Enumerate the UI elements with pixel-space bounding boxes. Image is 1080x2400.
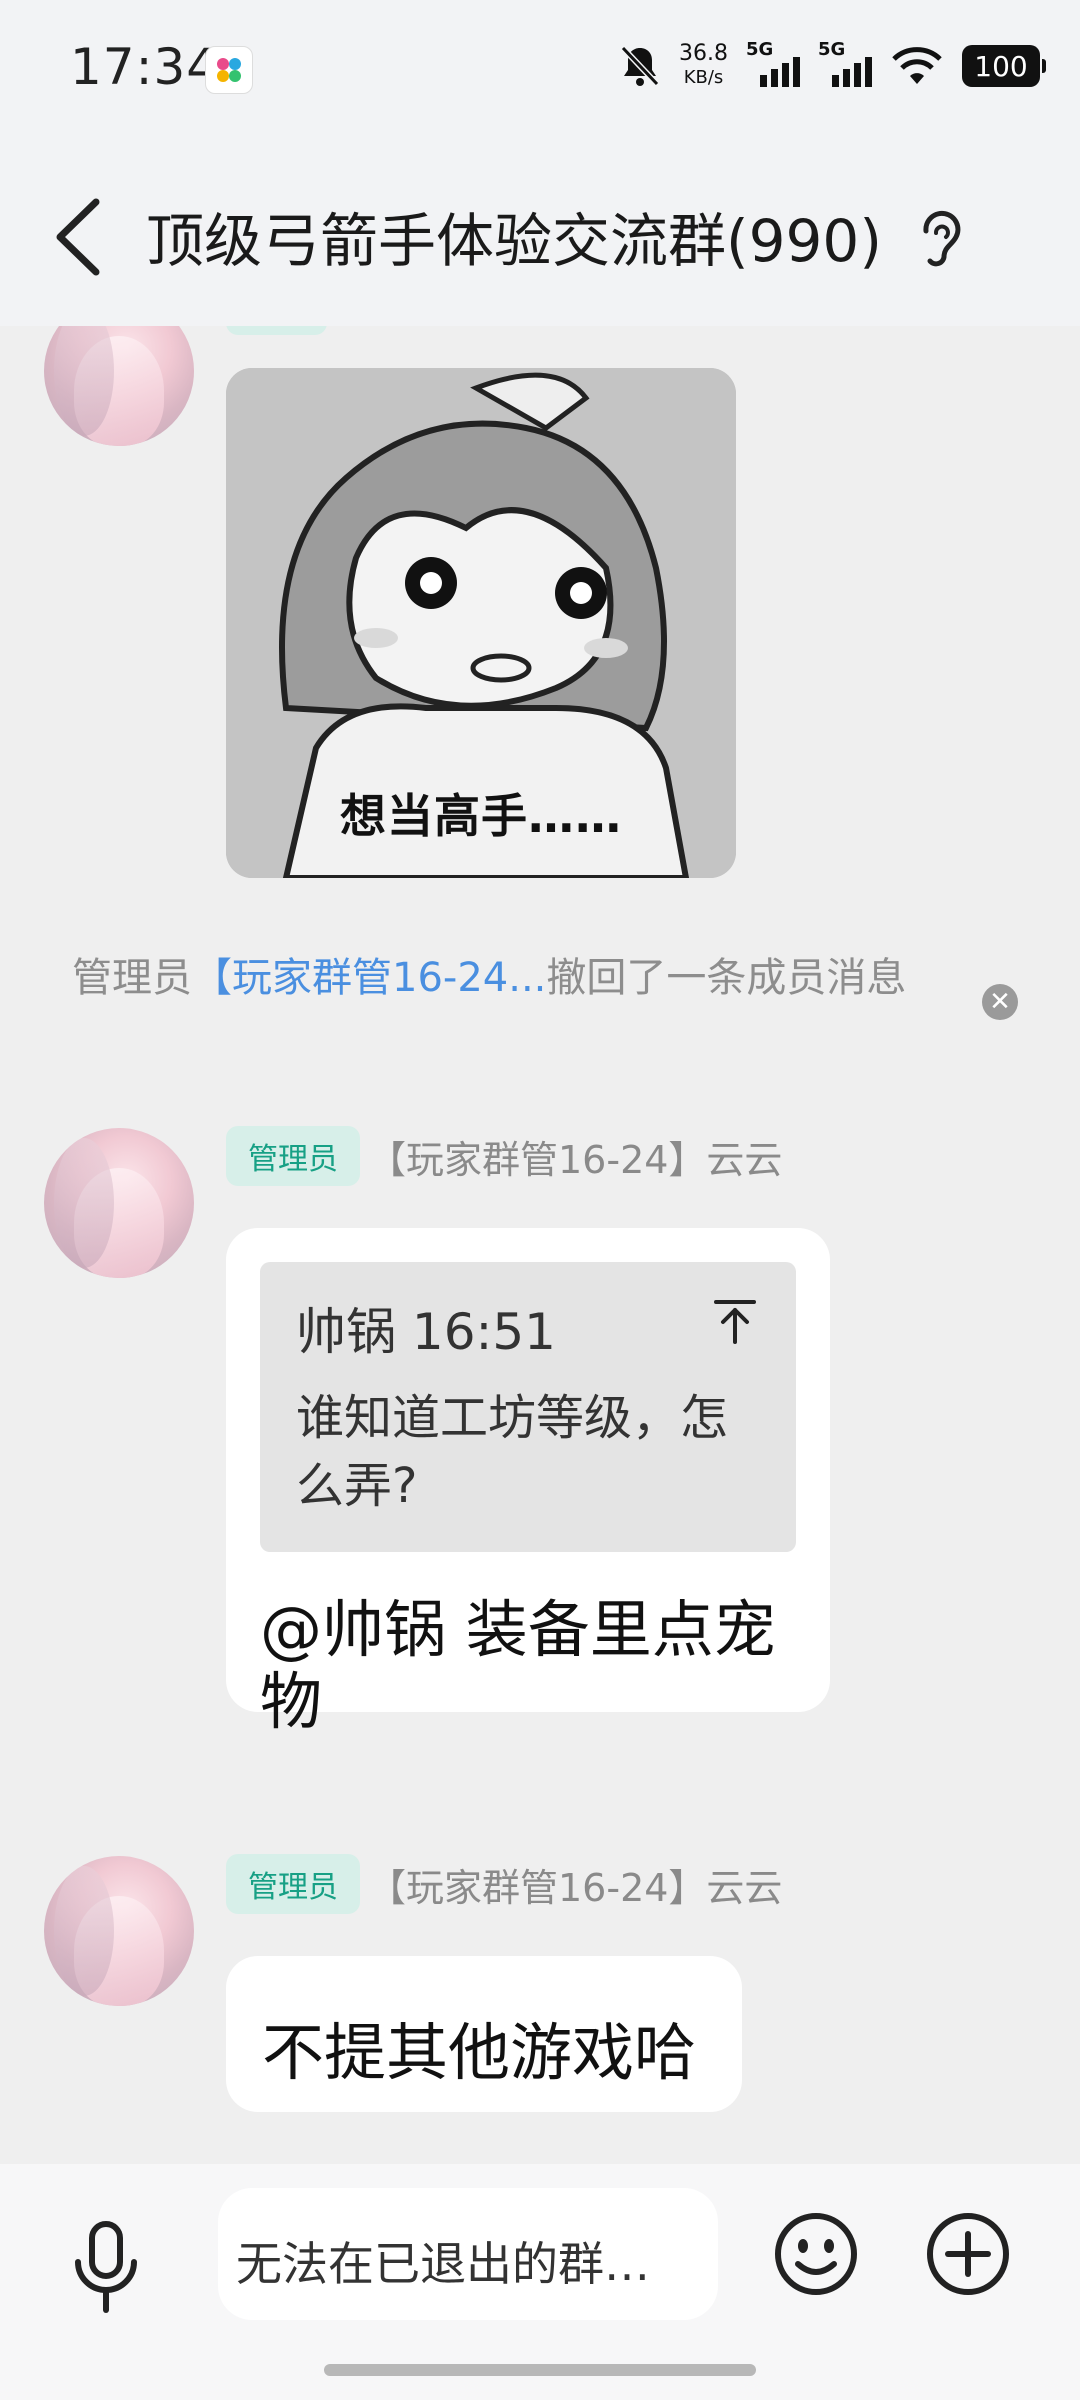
admin-link[interactable]: 【玩家群管16-24... xyxy=(192,955,546,1001)
status-bar: 17:34 36.8 KB/s 5G 5G 100 xyxy=(0,0,1080,130)
avatar[interactable] xyxy=(44,1856,194,2006)
home-indicator[interactable] xyxy=(324,2364,756,2376)
battery-icon: 100 xyxy=(962,45,1046,87)
system-message-prefix: 管理员 xyxy=(72,955,192,1001)
message-list[interactable]: 想当高手…… 管理员【玩家群管16-24...撤回了一条成员消息 ✕ 管理员 【… xyxy=(0,326,1080,2164)
group-title: 顶级弓箭手体验交流群(990) xyxy=(146,207,882,275)
close-icon: ✕ xyxy=(989,987,1011,1017)
sticker-image[interactable]: 想当高手…… xyxy=(226,368,736,878)
input-bar: 无法在已退出的群… xyxy=(0,2164,1080,2400)
system-message-suffix: 撤回了一条成员消息 xyxy=(546,955,907,1001)
network-speed-unit: KB/s xyxy=(683,67,724,88)
role-badge xyxy=(226,326,328,335)
message-bubble[interactable]: 不提其他游戏哈 xyxy=(226,1956,742,2112)
microphone-icon xyxy=(75,2221,137,2313)
sender-name[interactable]: 【玩家群管16-24】云云 xyxy=(368,1129,782,1184)
system-message: 管理员【玩家群管16-24...撤回了一条成员消息 xyxy=(72,952,952,1004)
jump-to-top-icon[interactable] xyxy=(710,1296,760,1346)
message-input[interactable]: 无法在已退出的群… xyxy=(218,2188,718,2320)
role-badge: 管理员 xyxy=(226,1854,360,1914)
status-time: 17:34 xyxy=(70,38,220,96)
quoted-header: 帅锅 16:51 xyxy=(296,1303,556,1361)
input-placeholder: 无法在已退出的群… xyxy=(236,2237,650,2291)
dismiss-system-message-button[interactable]: ✕ xyxy=(982,984,1018,1020)
mute-bell-icon xyxy=(620,45,660,87)
sender-line-partial xyxy=(226,326,328,335)
network-speed: 36.8 KB/s xyxy=(679,42,728,90)
chat-header: 顶级弓箭手体验交流群(990) xyxy=(0,130,1080,326)
signal-sim2-icon: 5G xyxy=(818,39,872,93)
battery-level: 100 xyxy=(974,49,1028,83)
ear-mode-icon[interactable] xyxy=(912,205,970,275)
app-notification-icon xyxy=(205,46,253,94)
sender-line: 管理员 【玩家群管16-24】云云 xyxy=(226,1126,782,1186)
avatar[interactable] xyxy=(44,1128,194,1278)
message-text: 不提其他游戏哈 xyxy=(262,2016,697,2089)
voice-button[interactable] xyxy=(68,2218,144,2318)
wifi-icon xyxy=(892,47,942,84)
avatar[interactable] xyxy=(44,326,194,446)
quoted-message[interactable]: 帅锅 16:51 谁知道工坊等级，怎么弄? xyxy=(260,1262,796,1552)
reply-message-bubble[interactable]: 帅锅 16:51 谁知道工坊等级，怎么弄? @帅锅 装备里点宠物 xyxy=(226,1228,830,1738)
back-button[interactable] xyxy=(46,192,116,282)
sticker-caption: 想当高手…… xyxy=(340,789,622,843)
chevron-left-icon xyxy=(56,198,100,276)
role-badge: 管理员 xyxy=(226,1126,360,1186)
sender-line: 管理员 【玩家群管16-24】云云 xyxy=(226,1854,782,1914)
message-text: @帅锅 装备里点宠物 xyxy=(260,1593,776,1738)
plus-circle-icon xyxy=(927,2213,1009,2295)
smiley-icon xyxy=(775,2213,857,2295)
network-speed-value: 36.8 xyxy=(679,41,728,66)
signal-sim1-icon: 5G xyxy=(746,39,800,93)
more-button[interactable] xyxy=(924,2210,1012,2298)
quoted-text: 谁知道工坊等级，怎么弄? xyxy=(296,1390,729,1514)
status-icons: 36.8 KB/s 5G 5G 100 xyxy=(619,36,1046,96)
emoji-button[interactable] xyxy=(772,2210,860,2298)
sender-name[interactable]: 【玩家群管16-24】云云 xyxy=(368,1857,782,1912)
